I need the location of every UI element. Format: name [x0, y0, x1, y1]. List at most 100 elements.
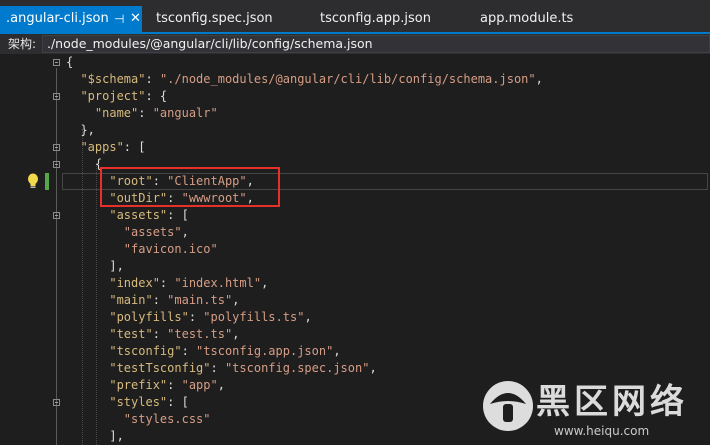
- json-punctuation: : [: [123, 140, 146, 154]
- code-line-text: "name": "angualr": [66, 105, 218, 122]
- code-line-text: "apps": [: [66, 139, 145, 156]
- collapse-toggle-icon[interactable]: [53, 161, 60, 168]
- collapse-toggle-icon[interactable]: [53, 212, 60, 219]
- json-string: "app": [181, 378, 218, 392]
- code-line[interactable]: ],: [0, 258, 710, 275]
- json-key: "project": [66, 89, 146, 103]
- code-line-text: "assets",: [66, 224, 189, 241]
- json-key: "test": [66, 327, 153, 341]
- code-line-text: "tsconfig": "tsconfig.app.json",: [66, 343, 340, 360]
- json-string: "tsconfig.app.json": [196, 344, 334, 358]
- json-key: "$schema": [66, 72, 146, 86]
- code-line[interactable]: "test": "test.ts",: [0, 326, 710, 343]
- tab-angular-cli-json[interactable]: .angular-cli.json ⊣ ✕: [0, 6, 142, 32]
- code-line[interactable]: "assets",: [0, 224, 710, 241]
- code-line[interactable]: "$schema": "./node_modules/@angular/cli/…: [0, 71, 710, 88]
- json-punctuation: : [: [167, 395, 189, 409]
- tab-tsconfig-app-json[interactable]: tsconfig.app.json: [320, 6, 431, 32]
- watermark-logo: 黑区网络 www.heiqu.com: [482, 370, 710, 445]
- json-punctuation: :: [210, 361, 225, 375]
- code-line-text: },: [66, 122, 95, 139]
- json-punctuation: ],: [66, 259, 124, 273]
- collapse-toggle-icon[interactable]: [53, 59, 60, 66]
- mushroom-logo-icon: [483, 381, 533, 431]
- json-punctuation: :: [159, 276, 175, 290]
- code-line-text: "$schema": "./node_modules/@angular/cli/…: [66, 71, 543, 88]
- json-punctuation: :: [152, 327, 168, 341]
- json-punctuation: {: [66, 157, 103, 171]
- json-string: "polyfills.ts": [203, 310, 305, 324]
- json-string: "styles.css": [66, 412, 211, 426]
- json-key: "assets": [66, 208, 168, 222]
- code-line-text: "index": "index.html",: [66, 275, 268, 292]
- tab-label: tsconfig.app.json: [320, 11, 431, 26]
- json-string: "tsconfig.spec.json": [224, 361, 370, 375]
- json-punctuation: :: [138, 106, 153, 120]
- watermark-text: 黑区网络: [536, 382, 688, 422]
- json-string: "index.html": [174, 276, 262, 290]
- code-line[interactable]: "apps": [: [0, 139, 710, 156]
- code-line-text: "main": "main.ts",: [66, 292, 239, 309]
- schema-bar: 架构: ./node_modules/@angular/cli/lib/conf…: [0, 34, 710, 54]
- schema-label: 架构:: [8, 37, 37, 51]
- watermark-url: www.heiqu.com: [554, 424, 650, 438]
- code-line[interactable]: "main": "main.ts",: [0, 292, 710, 309]
- json-key: "tsconfig": [66, 344, 182, 358]
- code-line[interactable]: "name": "angualr": [0, 105, 710, 122]
- json-punctuation: : {: [145, 89, 168, 103]
- close-icon[interactable]: ✕: [130, 6, 141, 32]
- json-key: "main": [66, 293, 153, 307]
- code-line-text: "favicon.ico": [66, 241, 218, 258]
- json-punctuation: {: [66, 55, 74, 69]
- json-punctuation: ,: [232, 327, 240, 341]
- code-line[interactable]: },: [0, 122, 710, 139]
- json-punctuation: : [: [167, 208, 189, 222]
- json-key: "styles": [66, 395, 168, 409]
- code-line-text: "testTsconfig": "tsconfig.spec.json",: [66, 360, 377, 377]
- code-line[interactable]: "index": "index.html",: [0, 275, 710, 292]
- tab-label: tsconfig.spec.json: [156, 11, 273, 26]
- code-line[interactable]: "project": {: [0, 88, 710, 105]
- json-string: "assets": [66, 225, 182, 239]
- code-line-text: "assets": [: [66, 207, 189, 224]
- json-key: "polyfills": [66, 310, 189, 324]
- code-line-text: {: [66, 54, 73, 71]
- json-key: "prefix": [66, 378, 168, 392]
- json-string: "angualr": [152, 106, 218, 120]
- json-punctuation: :: [152, 293, 168, 307]
- code-line-text: "prefix": "app",: [66, 377, 225, 394]
- code-line[interactable]: "favicon.ico": [0, 241, 710, 258]
- code-line[interactable]: {: [0, 54, 710, 71]
- json-punctuation: ,: [369, 361, 377, 375]
- json-key: "testTsconfig": [66, 361, 211, 375]
- json-punctuation: ,: [535, 72, 543, 86]
- json-punctuation: :: [145, 72, 160, 86]
- json-punctuation: ,: [217, 378, 225, 392]
- code-line[interactable]: "assets": [: [0, 207, 710, 224]
- json-punctuation: },: [66, 123, 95, 137]
- json-string: "favicon.ico": [66, 242, 218, 256]
- json-punctuation: ],: [66, 429, 124, 443]
- json-key: "name": [66, 106, 139, 120]
- document-tab-bar: .angular-cli.json ⊣ ✕ tsconfig.spec.json…: [0, 0, 710, 32]
- json-punctuation: :: [181, 344, 197, 358]
- tab-label: app.module.ts: [480, 11, 574, 26]
- tab-app-module-ts[interactable]: app.module.ts: [480, 6, 573, 32]
- code-line[interactable]: "polyfills": "polyfills.ts",: [0, 309, 710, 326]
- code-line-text: "styles": [: [66, 394, 189, 411]
- code-line-text: ],: [66, 258, 124, 275]
- code-line-text: ],: [66, 428, 124, 445]
- code-line-text: {: [66, 156, 102, 173]
- code-line-text: "test": "test.ts",: [66, 326, 239, 343]
- collapse-toggle-icon[interactable]: [53, 93, 60, 100]
- highlight-annotation-box: [100, 167, 280, 207]
- json-punctuation: :: [167, 378, 182, 392]
- collapse-toggle-icon[interactable]: [53, 144, 60, 151]
- collapse-toggle-icon[interactable]: [53, 399, 60, 406]
- json-punctuation: ,: [261, 276, 269, 290]
- schema-path-field[interactable]: ./node_modules/@angular/cli/lib/config/s…: [42, 35, 710, 53]
- tab-tsconfig-spec-json[interactable]: tsconfig.spec.json: [156, 6, 273, 32]
- code-line-text: "polyfills": "polyfills.ts",: [66, 309, 311, 326]
- pin-icon[interactable]: ⊣: [114, 6, 124, 32]
- code-line[interactable]: "tsconfig": "tsconfig.app.json",: [0, 343, 710, 360]
